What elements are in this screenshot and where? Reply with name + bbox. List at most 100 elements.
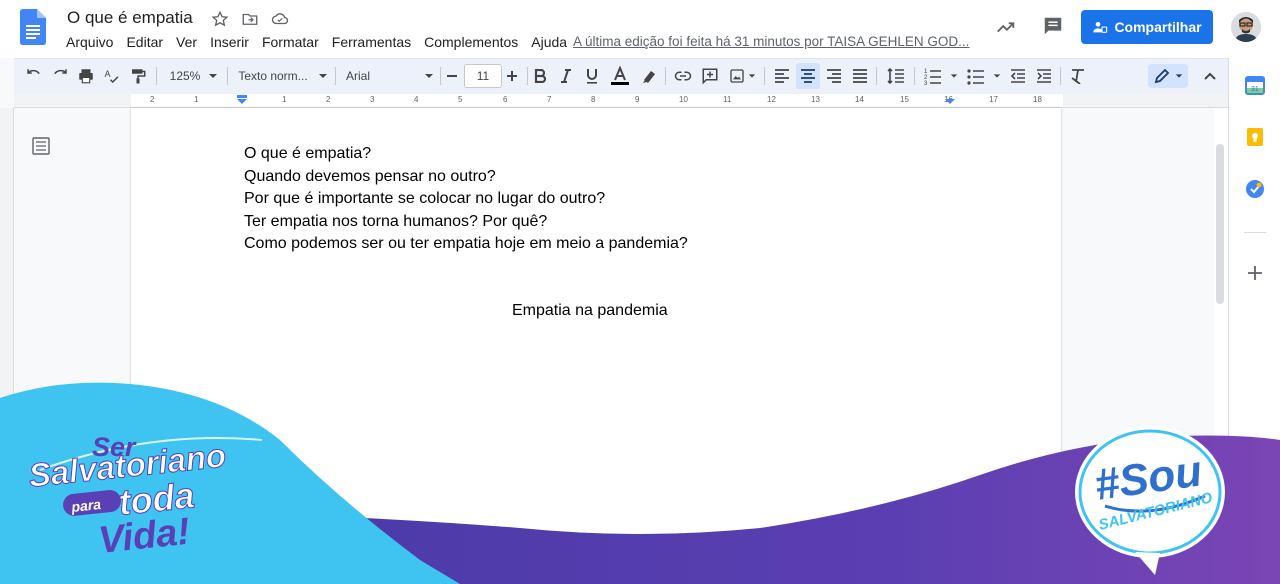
vertical-ruler[interactable] — [0, 108, 14, 408]
menu-inserir[interactable]: Inserir — [210, 34, 249, 50]
align-left-button[interactable] — [772, 58, 792, 94]
bulleted-list-button[interactable] — [965, 58, 1003, 94]
increase-indent-button[interactable] — [1034, 58, 1054, 94]
move-folder-icon[interactable] — [241, 10, 259, 28]
spellcheck-icon: A — [105, 69, 119, 84]
keep-notes-icon[interactable] — [1245, 127, 1265, 147]
align-center-button[interactable] — [796, 63, 820, 89]
justify-button[interactable] — [850, 58, 870, 94]
document-body[interactable]: O que é empatia? Quando devemos pensar n… — [244, 143, 688, 256]
insert-link-button[interactable] — [673, 58, 693, 94]
calendar-icon[interactable]: 31 — [1245, 75, 1265, 95]
horizontal-ruler[interactable]: 2 1 1 2 3 4 5 6 7 8 9 10 11 12 13 14 15 … — [14, 94, 1228, 108]
toolbar-separator — [527, 67, 528, 85]
menu-bar: Arquivo Editar Ver Inserir Formatar Ferr… — [66, 34, 580, 50]
insert-image-button[interactable] — [727, 58, 757, 94]
bold-button[interactable] — [531, 58, 549, 94]
paragraph[interactable]: Por que é importante se colocar no lugar… — [244, 188, 688, 211]
ruler-number: 4 — [414, 95, 419, 104]
align-right-button[interactable] — [824, 58, 844, 94]
chevron-up-icon — [1204, 72, 1216, 80]
plus-icon — [507, 71, 517, 81]
scrollbar-thumb[interactable] — [1216, 144, 1224, 304]
cloud-status-icon[interactable] — [271, 10, 289, 28]
menu-complementos[interactable]: Complementos — [424, 34, 518, 50]
increase-font-size-button[interactable] — [502, 58, 522, 94]
tasks-icon[interactable] — [1245, 179, 1265, 199]
chevron-down-icon — [318, 74, 327, 78]
ruler-number: 2 — [150, 95, 155, 104]
pencil-icon — [1154, 68, 1169, 84]
left-indent-marker-icon[interactable] — [236, 95, 248, 105]
paragraph[interactable]: Como podemos ser ou ter empatia hoje em … — [244, 233, 688, 256]
italic-button[interactable] — [557, 58, 575, 94]
comment-history-icon[interactable] — [1042, 15, 1064, 37]
toolbar-separator — [1060, 67, 1061, 85]
paragraph[interactable]: Ter empatia nos torna humanos? Por quê? — [244, 211, 688, 234]
toolbar-separator — [914, 67, 915, 85]
document-outline-icon[interactable] — [32, 137, 50, 155]
zoom-select[interactable]: 125% — [168, 58, 220, 94]
ruler-number: 11 — [723, 95, 732, 104]
paragraph[interactable]: O que é empatia? — [244, 143, 688, 166]
spellcheck-button[interactable]: A — [102, 58, 122, 94]
centered-heading[interactable]: Empatia na pandemia — [512, 302, 668, 320]
top-bar: O que é empatia Arquivo Editar Ver Inser… — [0, 0, 1280, 58]
menu-ferramentas[interactable]: Ferramentas — [332, 34, 411, 50]
share-button[interactable]: Compartilhar — [1081, 10, 1213, 44]
minus-icon — [447, 75, 457, 77]
star-icon[interactable] — [211, 10, 229, 28]
paint-format-button[interactable] — [128, 58, 148, 94]
ruler-number: 14 — [855, 95, 864, 104]
redo-button[interactable] — [50, 58, 70, 94]
menu-ajuda[interactable]: Ajuda — [531, 34, 567, 50]
style-select[interactable]: Texto norm... — [238, 58, 328, 94]
svg-text:3: 3 — [924, 81, 928, 85]
add-comment-button[interactable] — [700, 58, 720, 94]
activity-trend-icon[interactable] — [995, 16, 1017, 38]
highlight-color-button[interactable] — [639, 58, 659, 94]
clear-formatting-button[interactable] — [1068, 58, 1088, 94]
menu-editar[interactable]: Editar — [126, 34, 163, 50]
right-indent-marker-icon[interactable] — [944, 95, 956, 105]
ruler-number: 8 — [591, 95, 596, 104]
last-edit-link[interactable]: A última edição foi feita há 31 minutos … — [573, 34, 969, 49]
decrease-font-size-button[interactable] — [442, 58, 462, 94]
undo-icon — [27, 69, 40, 75]
redo-icon — [54, 69, 67, 75]
numbered-list-icon: 123 — [924, 69, 941, 85]
people-icon — [1093, 22, 1108, 33]
ruler-number: 12 — [767, 95, 776, 104]
font-select[interactable]: Arial — [346, 58, 434, 94]
font-size-input[interactable]: 11 — [464, 64, 502, 88]
print-icon — [79, 69, 93, 84]
ruler-number: 3 — [370, 95, 375, 104]
paragraph[interactable]: Quando devemos pensar no outro? — [244, 166, 688, 189]
avatar[interactable] — [1231, 12, 1261, 42]
undo-button[interactable] — [24, 58, 44, 94]
text-color-icon — [611, 66, 629, 85]
line-spacing-icon — [887, 67, 904, 85]
hide-menus-button[interactable] — [1200, 58, 1220, 94]
paint-format-icon — [132, 69, 146, 84]
decrease-indent-button[interactable] — [1008, 58, 1028, 94]
ruler-number: 13 — [811, 95, 820, 104]
document-title[interactable]: O que é empatia — [67, 8, 193, 28]
menu-formatar[interactable]: Formatar — [262, 34, 319, 50]
align-center-icon — [801, 69, 815, 83]
add-addon-icon[interactable] — [1245, 263, 1265, 283]
underline-button[interactable] — [583, 58, 601, 94]
bold-icon — [534, 69, 547, 83]
print-button[interactable] — [76, 58, 96, 94]
menu-ver[interactable]: Ver — [176, 34, 197, 50]
line-spacing-button[interactable] — [886, 58, 906, 94]
ruler-number: 9 — [635, 95, 640, 104]
docs-logo-icon[interactable] — [20, 9, 46, 45]
toolbar-separator — [156, 67, 157, 85]
editing-mode-button[interactable] — [1148, 64, 1188, 88]
ruler-number: 17 — [989, 95, 998, 104]
text-color-button[interactable] — [609, 58, 631, 94]
menu-arquivo[interactable]: Arquivo — [66, 34, 113, 50]
ruler-number: 6 — [503, 95, 508, 104]
numbered-list-button[interactable]: 123 — [922, 58, 960, 94]
